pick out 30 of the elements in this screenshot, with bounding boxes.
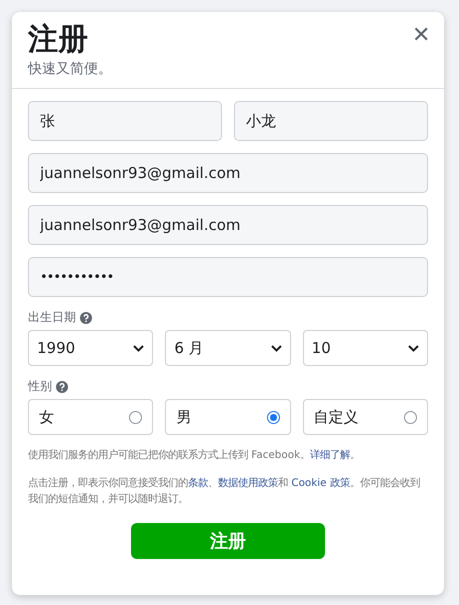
policy-link[interactable]: 数据使用政策 <box>218 477 278 489</box>
chevron-down-icon <box>133 344 144 352</box>
chevron-down-icon <box>270 344 282 352</box>
radio-icon[interactable] <box>266 410 280 424</box>
close-button[interactable]: ✕ <box>410 22 432 48</box>
gender-option[interactable]: 女 <box>28 399 154 435</box>
birthday-label: 出生日期 <box>28 309 76 326</box>
dialog-subtitle: 快速又简便。 <box>28 60 113 78</box>
date-select[interactable]: 6 月 <box>165 330 291 366</box>
gender-label: 性别 <box>28 378 52 395</box>
date-select[interactable]: 1990 <box>28 330 154 366</box>
chevron-down-icon <box>408 344 419 352</box>
policy-link[interactable]: 条款 <box>188 477 208 489</box>
policy-link[interactable]: 详细了解 <box>310 449 350 461</box>
policy-link[interactable]: Cookie 政策 <box>291 477 350 489</box>
notice-text: 点击注册，即表示你同意接受我们的条款、数据使用政策和 Cookie 政策。你可能会收到我们的短信通知，并可以随时退订。 <box>28 476 421 507</box>
email-field[interactable]: juannelsonr93@gmail.com <box>28 153 428 193</box>
radio-icon[interactable] <box>129 410 142 424</box>
name-field[interactable]: 小龙 <box>234 101 428 141</box>
gender-option[interactable]: 自定义 <box>302 399 428 435</box>
date-select[interactable]: 10 <box>302 330 428 366</box>
email-field[interactable]: juannelsonr93@gmail.com <box>28 205 428 245</box>
help-icon[interactable] <box>56 380 68 392</box>
dialog-title: 注册 <box>28 22 88 58</box>
help-icon[interactable] <box>80 312 92 324</box>
gender-option[interactable]: 男 <box>165 399 291 435</box>
name-field[interactable]: 张 <box>28 101 222 141</box>
password-field[interactable]: ••••••••••• <box>28 257 428 297</box>
notice-text: 使用我们服务的用户可能已把你的联系方式上传到 Facebook。详细了解。 <box>28 448 362 463</box>
radio-icon[interactable] <box>404 410 417 424</box>
